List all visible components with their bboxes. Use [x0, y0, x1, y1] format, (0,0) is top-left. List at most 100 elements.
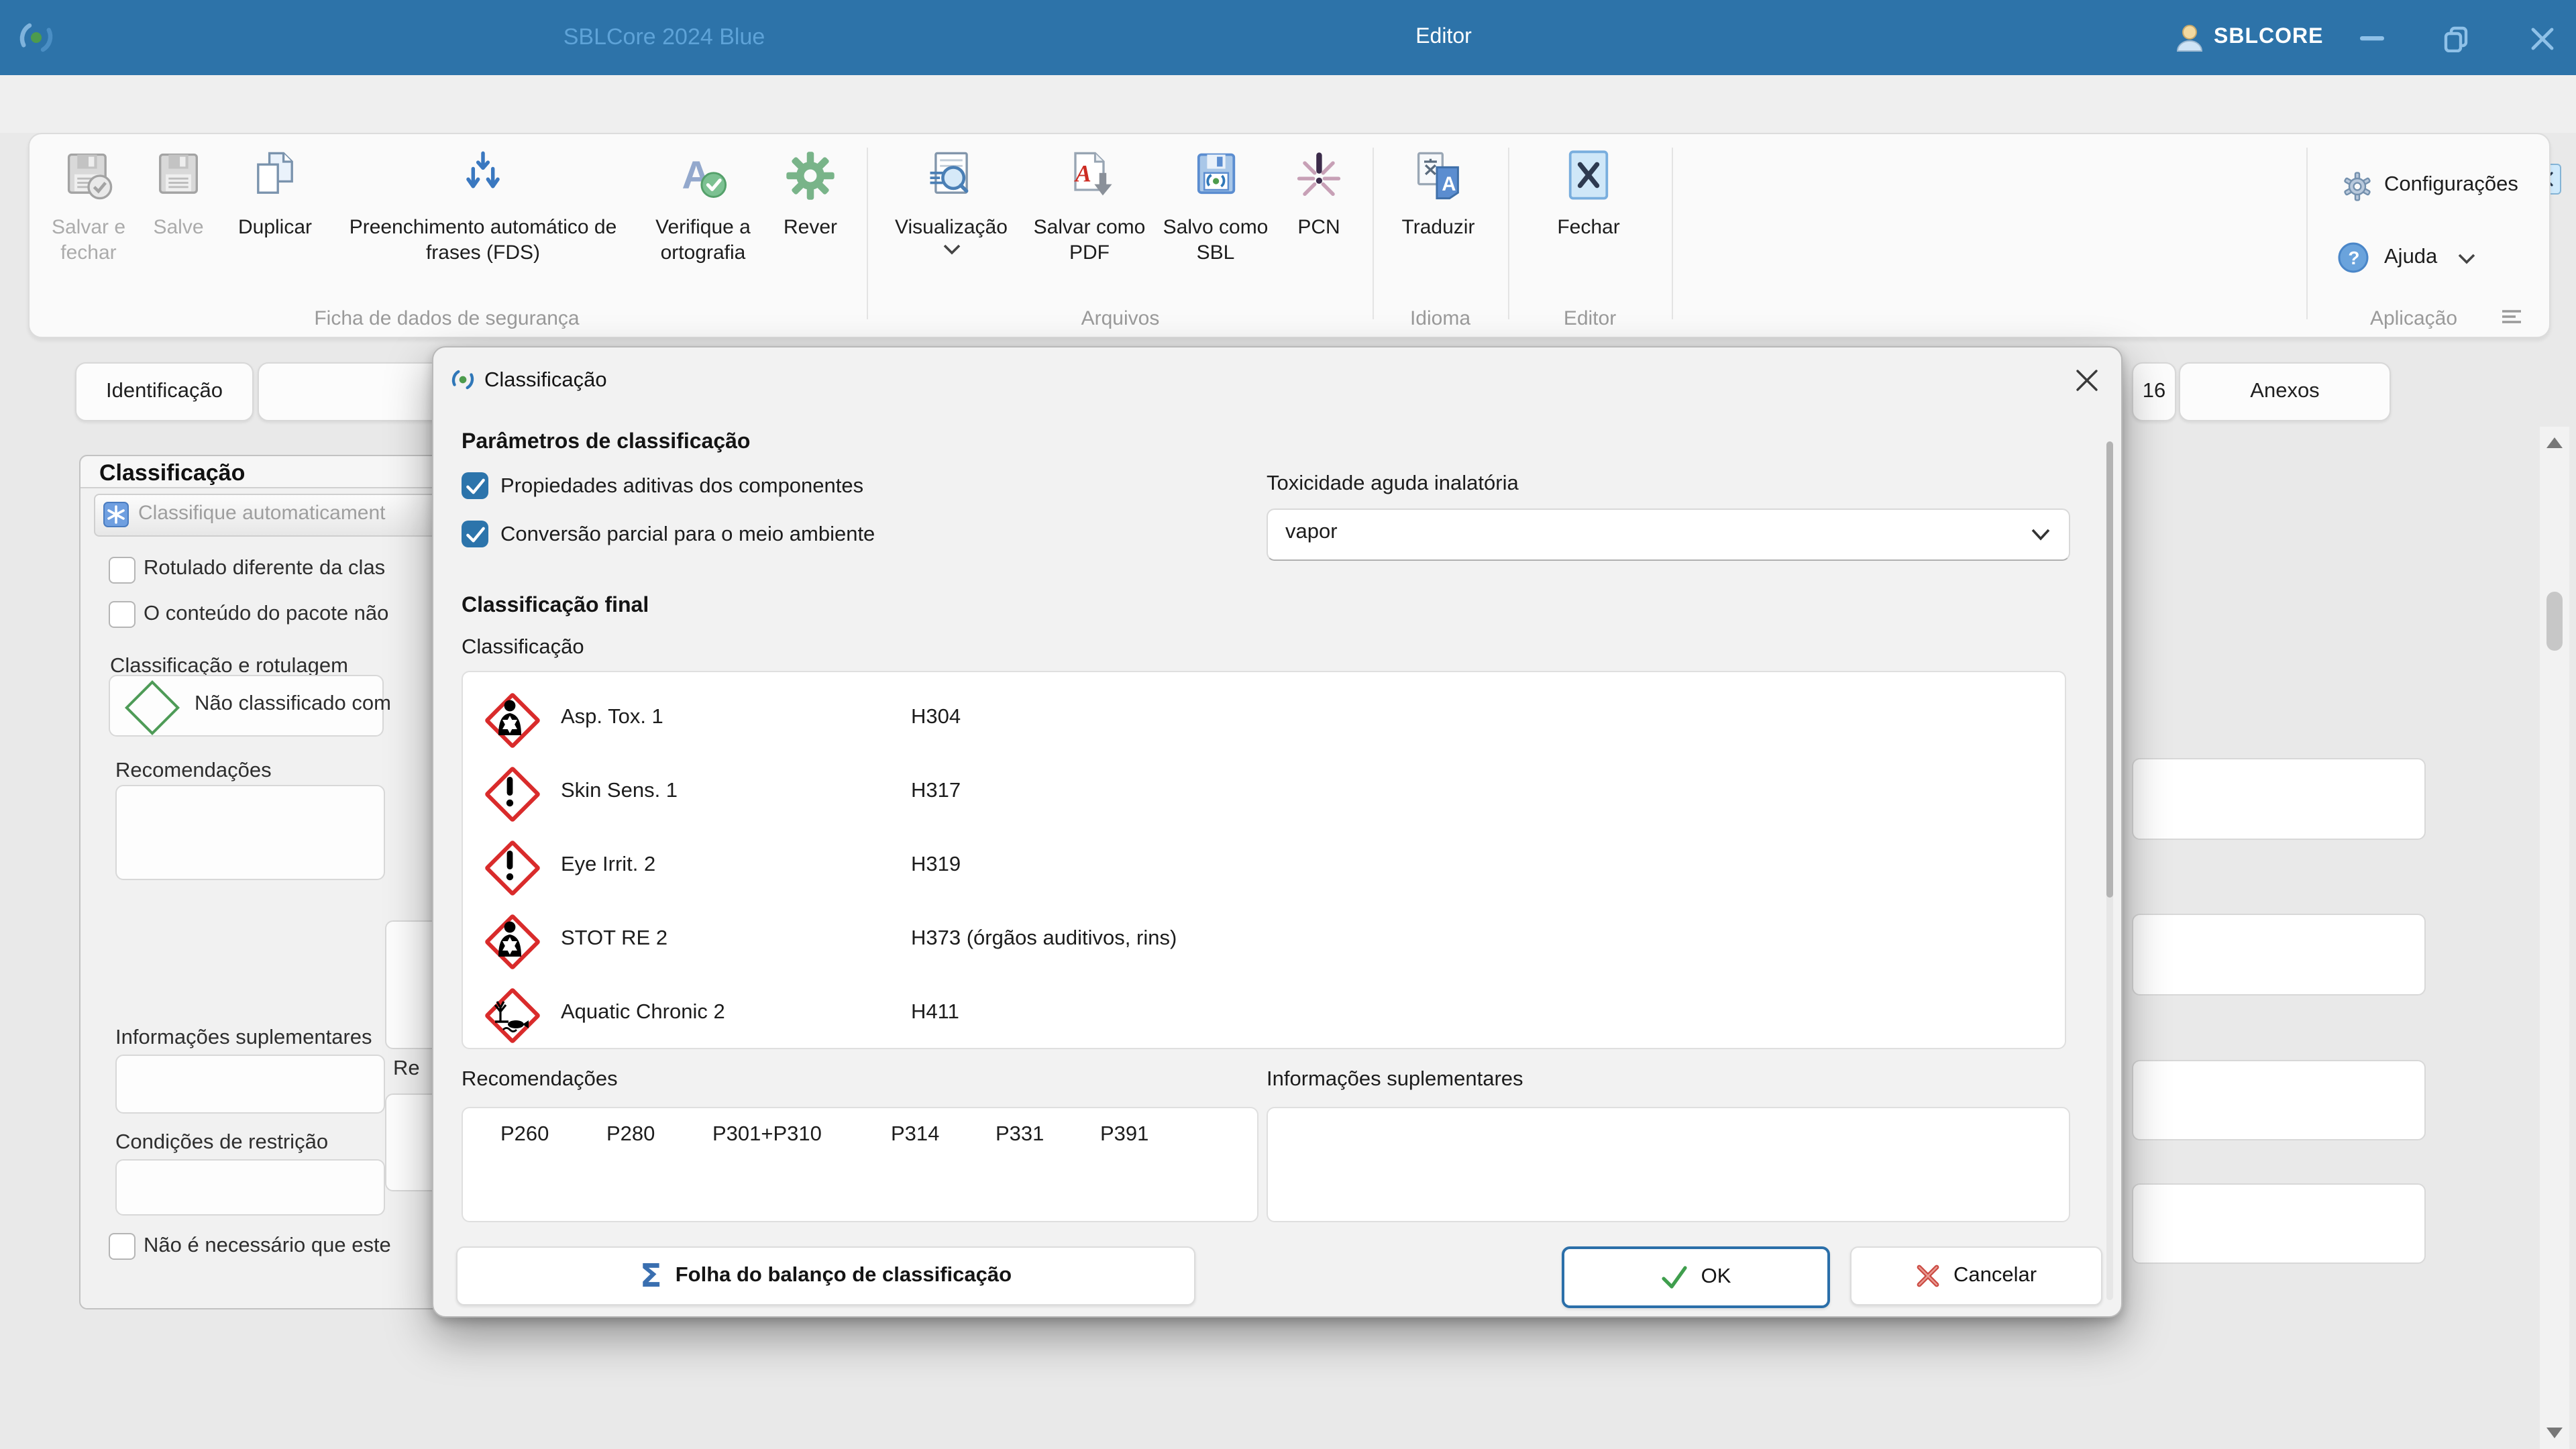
- hazard-code: H319: [911, 853, 961, 877]
- save-as-pdf-button[interactable]: A Salvar como PDF: [1028, 148, 1151, 266]
- right-field[interactable]: [2132, 1060, 2426, 1140]
- right-field[interactable]: [2132, 1183, 2426, 1264]
- group-label-language: Idioma: [1373, 307, 1508, 330]
- classification-row[interactable]: Eye Irrit. 2 H319: [484, 828, 2043, 903]
- group-separator: [1672, 148, 1673, 319]
- autofill-phrases-button[interactable]: Preenchimento automático de frases (FDS): [321, 148, 645, 266]
- checkbox-environment-conversion[interactable]: [462, 521, 488, 547]
- preview-button[interactable]: Visualização: [877, 148, 1025, 255]
- p-phrase: P280: [606, 1123, 655, 1147]
- sigma-icon: Σ: [640, 1260, 662, 1292]
- ok-button[interactable]: OK: [1562, 1246, 1830, 1308]
- cancel-button[interactable]: Cancelar: [1850, 1246, 2102, 1305]
- pcn-button[interactable]: PCN: [1281, 148, 1356, 240]
- ok-check-icon: [1661, 1265, 1688, 1289]
- final-classification-heading: Classificação final: [462, 594, 649, 619]
- checkbox-label: Conversão parcial para o meio ambiente: [500, 523, 875, 547]
- check-icon: [465, 477, 485, 494]
- classification-row[interactable]: Asp. Tox. 1 H304: [484, 680, 2043, 755]
- autofill-arrows-icon: [455, 148, 511, 204]
- spellcheck-button[interactable]: A Verifique a ortografia: [632, 148, 774, 266]
- hazard-code: H373 (órgãos auditivos, rins): [911, 927, 1177, 951]
- ghs-pictogram-icon: [484, 914, 535, 965]
- params-heading: Parâmetros de classificação: [462, 431, 750, 455]
- section-button-annexes[interactable]: Anexos: [2179, 362, 2391, 421]
- section-button-identification[interactable]: Identificação: [75, 362, 254, 421]
- classification-balance-button[interactable]: Σ Folha do balanço de classificação: [456, 1246, 1195, 1305]
- hazard-code: H317: [911, 780, 961, 804]
- settings-button[interactable]: Configurações: [2384, 173, 2518, 197]
- group-options-icon[interactable]: [2501, 309, 2522, 325]
- hazard-class: Eye Irrit. 2: [561, 853, 911, 877]
- p-phrase: P301+P310: [712, 1123, 822, 1147]
- right-field[interactable]: [2132, 914, 2426, 996]
- review-button[interactable]: Rever: [777, 148, 844, 240]
- checkbox-label: Rotulado diferente da clas: [144, 557, 385, 581]
- section-button-label: Identificação: [106, 380, 223, 404]
- not-classified-box: Não classificado com: [109, 675, 384, 737]
- main-scrollbar[interactable]: [2540, 427, 2569, 1449]
- close-editor-icon: [1560, 148, 1617, 204]
- dialog-scrollbar[interactable]: [2106, 441, 2113, 1300]
- recommendations-field[interactable]: [115, 785, 385, 880]
- select-value: vapor: [1285, 521, 1338, 545]
- classification-row[interactable]: STOT RE 2 H373 (órgãos auditivos, rins): [484, 902, 2043, 977]
- checkbox-label-different[interactable]: [109, 557, 136, 584]
- chevron-down-icon: [2458, 254, 2475, 264]
- green-diamond-icon: [125, 680, 180, 735]
- scroll-up-icon[interactable]: [2546, 437, 2563, 448]
- button-label: Traduzir: [1378, 215, 1499, 240]
- group-label-sds: Ficha de dados de segurança: [205, 307, 688, 330]
- dialog-close-button[interactable]: [2065, 358, 2108, 401]
- section-button-label: 16: [2143, 380, 2166, 404]
- dialog-scrollbar-thumb[interactable]: [2106, 441, 2113, 898]
- close-icon: [2075, 368, 2098, 391]
- ghs-pictogram-icon: [484, 987, 535, 1038]
- checkbox-additive-properties[interactable]: [462, 472, 488, 499]
- section-button-label: Anexos: [2250, 380, 2319, 404]
- checkbox-package-content[interactable]: [109, 601, 136, 628]
- right-field[interactable]: [2132, 758, 2426, 840]
- translate-button[interactable]: A Traduzir: [1378, 148, 1499, 240]
- translate-icon: A: [1410, 148, 1466, 204]
- save-button[interactable]: Salve: [144, 148, 213, 240]
- hazard-class: Asp. Tox. 1: [561, 706, 911, 730]
- p-phrase: P314: [891, 1123, 939, 1147]
- tab-bar: Fichas de dados de segurança Substâncias…: [0, 75, 2576, 133]
- save-as-sbl-button[interactable]: Salvo como SBL: [1154, 148, 1277, 266]
- button-label: Salve: [144, 215, 213, 240]
- button-label: Duplicar: [228, 215, 322, 240]
- ghs-pictogram-icon: [484, 692, 535, 743]
- supplementary-field[interactable]: [1267, 1107, 2070, 1222]
- auto-classify-label: Classifique automaticament: [138, 502, 386, 525]
- supplementary-field[interactable]: [115, 1055, 385, 1114]
- toxicity-label: Toxicidade aguda inalatória: [1267, 472, 1519, 496]
- svg-text:A: A: [1442, 173, 1456, 195]
- p-phrases-field[interactable]: P260 P280 P301+P310 P314 P331 P391: [462, 1107, 1258, 1222]
- user-name: SBLCORE: [2214, 25, 2323, 50]
- scrollbar-thumb[interactable]: [2546, 592, 2563, 651]
- duplicate-button[interactable]: Duplicar: [228, 148, 322, 240]
- section-button-16[interactable]: 16: [2132, 362, 2176, 421]
- restore-button[interactable]: [2442, 24, 2471, 54]
- close-window-button[interactable]: [2528, 24, 2557, 54]
- checkbox-not-necessary[interactable]: [109, 1233, 136, 1260]
- close-editor-button[interactable]: Fechar: [1528, 148, 1649, 240]
- close-icon: [2530, 27, 2555, 51]
- minimize-button[interactable]: [2357, 24, 2387, 54]
- sblcore-logo-icon: [449, 366, 476, 393]
- save-and-close-button[interactable]: Salvar e fechar: [39, 148, 138, 266]
- scroll-down-icon[interactable]: [2546, 1428, 2563, 1438]
- group-separator: [867, 148, 868, 319]
- classification-row[interactable]: Aquatic Chronic 2 H411: [484, 975, 2043, 1051]
- balance-button-label: Folha do balanço de classificação: [676, 1264, 1012, 1288]
- restriction-field[interactable]: [115, 1159, 385, 1216]
- classification-row[interactable]: Skin Sens. 1 H317: [484, 754, 2043, 829]
- save-icon: [150, 148, 207, 204]
- button-label: Rever: [777, 215, 844, 240]
- toxicity-select[interactable]: vapor: [1267, 508, 2070, 561]
- classification-dialog: Classificação Parâmetros de classificaçã…: [432, 346, 2123, 1318]
- button-label: Visualização: [877, 215, 1025, 240]
- sbl-floppy-icon: [1187, 148, 1244, 204]
- help-button[interactable]: Ajuda: [2384, 246, 2437, 270]
